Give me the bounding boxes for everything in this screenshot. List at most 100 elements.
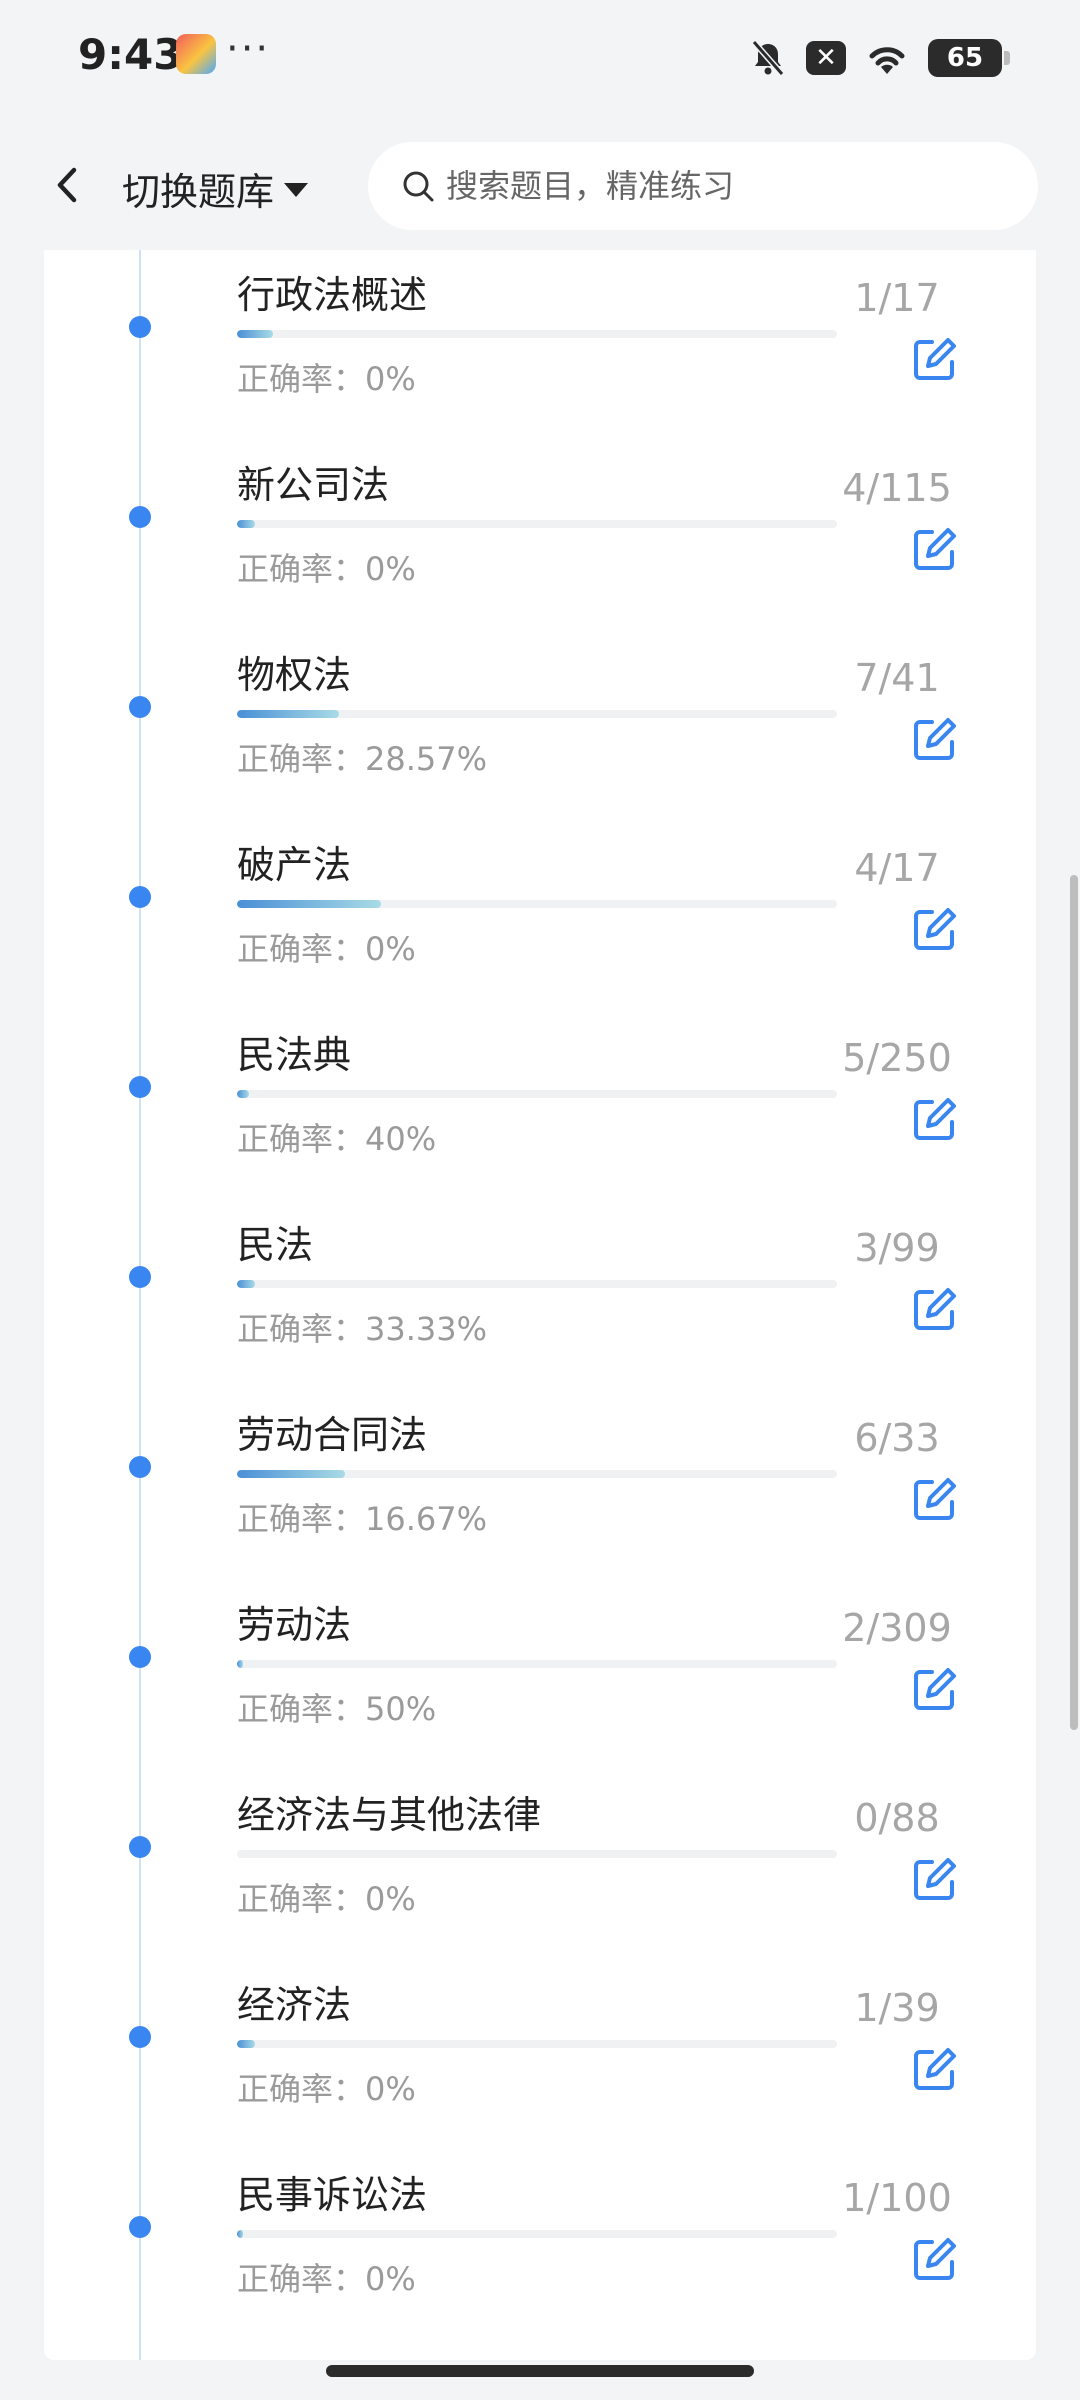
chapter-item[interactable]: 民事诉讼法 正确率：0% 1/100 (44, 2154, 1036, 2344)
switch-bank-label: 切换题库 (122, 169, 275, 214)
chapter-item[interactable]: 新公司法 正确率：0% 4/115 (44, 444, 1036, 634)
status-time: 9:43 (78, 30, 183, 79)
chapter-item[interactable]: 劳动合同法 正确率：16.67% 6/33 (44, 1394, 1036, 1584)
accuracy-text: 正确率：0% (237, 1874, 416, 1920)
chapter-title: 行政法概述 (237, 273, 428, 317)
timeline-dot (129, 1456, 151, 1478)
question-count: 5/250 (842, 1036, 952, 1080)
accuracy-value: 0% (365, 360, 416, 398)
timeline-dot (129, 1646, 151, 1668)
chapter-item[interactable]: 劳动法 正确率：50% 2/309 (44, 1584, 1036, 1774)
chapter-title: 破产法 (237, 843, 352, 887)
timeline-dot (129, 886, 151, 908)
progress-bar (237, 1660, 837, 1668)
chapter-item[interactable]: 行政法概述 正确率：0% 1/17 (44, 254, 1036, 444)
chapter-item[interactable]: 经济法 正确率：0% 1/39 (44, 1964, 1036, 2154)
accuracy-value: 0% (365, 2260, 416, 2298)
home-indicator[interactable] (326, 2365, 754, 2377)
accuracy-label: 正确率： (237, 2260, 366, 2298)
accuracy-value: 33.33% (365, 1310, 488, 1348)
practice-button[interactable] (910, 1284, 960, 1334)
progress-bar (237, 1470, 837, 1478)
accuracy-value: 50% (365, 1690, 437, 1728)
edit-icon (914, 338, 956, 380)
app-notification-icon (176, 34, 216, 74)
scrollbar[interactable] (1070, 875, 1078, 1730)
practice-button[interactable] (910, 1664, 960, 1714)
practice-button[interactable] (910, 904, 960, 954)
accuracy-text: 正确率：0% (237, 2254, 416, 2300)
progress-fill (237, 2230, 243, 2238)
practice-button[interactable] (910, 1854, 960, 1904)
chevron-left-icon (57, 167, 77, 203)
accuracy-text: 正确率：33.33% (237, 1304, 487, 1350)
switch-bank-button[interactable]: 切换题库 (122, 158, 309, 218)
practice-button[interactable] (910, 524, 960, 574)
chapter-title: 经济法 (237, 1983, 352, 2027)
edit-icon (914, 1858, 956, 1900)
practice-button[interactable] (910, 334, 960, 384)
accuracy-label: 正确率： (237, 1690, 366, 1728)
question-count: 3/99 (854, 1226, 940, 1270)
timeline-dot (129, 2216, 151, 2238)
question-count: 6/33 (854, 1416, 940, 1460)
accuracy-text: 正确率：0% (237, 544, 416, 590)
more-notifications-icon: ··· (226, 26, 271, 72)
accuracy-value: 0% (365, 2070, 416, 2108)
progress-bar (237, 1850, 837, 1858)
edit-icon (914, 1288, 956, 1330)
accuracy-value: 40% (365, 1120, 437, 1158)
accuracy-text: 正确率：0% (237, 2064, 416, 2110)
chapter-card: 行政法概述 正确率：0% 1/17 新公司法 正确率：0% 4/115 物权法 正确率：28.… (44, 250, 1036, 2360)
progress-bar (237, 900, 837, 908)
search-box[interactable] (368, 142, 1038, 230)
progress-fill (237, 900, 381, 908)
battery-icon: 65 (928, 39, 1010, 77)
progress-bar (237, 330, 837, 338)
progress-fill (237, 1470, 345, 1478)
accuracy-label: 正确率： (237, 1120, 366, 1158)
header: 切换题库 (0, 120, 1080, 250)
progress-fill (237, 1090, 249, 1098)
edit-icon (914, 1478, 956, 1520)
edit-icon (914, 908, 956, 950)
accuracy-label: 正确率： (237, 550, 366, 588)
accuracy-text: 正确率：0% (237, 354, 416, 400)
chapter-item[interactable]: 破产法 正确率：0% 4/17 (44, 824, 1036, 1014)
progress-fill (237, 1660, 243, 1668)
progress-bar (237, 520, 837, 528)
progress-fill (237, 1280, 255, 1288)
caret-down-icon (284, 183, 309, 197)
status-icons: ✕ 65 (748, 36, 1010, 80)
edit-icon (914, 2238, 956, 2280)
progress-bar (237, 2040, 837, 2048)
accuracy-label: 正确率： (237, 1310, 366, 1348)
chapter-title: 民法 (237, 1223, 314, 1267)
question-count: 7/41 (854, 656, 940, 700)
back-button[interactable] (40, 150, 100, 220)
chapter-item[interactable]: 民法正确率：33.33% 3/99 (44, 1204, 1036, 1394)
chapter-title: 经济法与其他法律 (237, 1793, 542, 1837)
edit-icon (914, 1668, 956, 1710)
accuracy-label: 正确率： (237, 930, 366, 968)
accuracy-text: 正确率：16.67% (237, 1494, 487, 1540)
practice-button[interactable] (910, 1094, 960, 1144)
accuracy-text: 正确率：0% (237, 924, 416, 970)
accuracy-value: 0% (365, 1880, 416, 1918)
status-bar: 9:43 ··· ✕ 65 (0, 0, 1080, 120)
progress-bar (237, 1090, 837, 1098)
practice-button[interactable] (910, 2234, 960, 2284)
practice-button[interactable] (910, 1474, 960, 1524)
practice-button[interactable] (910, 714, 960, 764)
chapter-title: 物权法 (237, 653, 352, 697)
chapter-item[interactable]: 经济法与其他法律 正确率：0% 0/88 (44, 1774, 1036, 1964)
chapter-item[interactable]: 民法典正确率：40% 5/250 (44, 1014, 1036, 1204)
accuracy-value: 0% (365, 550, 416, 588)
chapter-item[interactable]: 物权法 正确率：28.57% 7/41 (44, 634, 1036, 824)
progress-fill (237, 2040, 255, 2048)
search-input[interactable] (444, 166, 1008, 206)
practice-button[interactable] (910, 2044, 960, 2094)
accuracy-label: 正确率： (237, 2070, 366, 2108)
accuracy-value: 0% (365, 930, 416, 968)
chapter-title: 民法典 (237, 1033, 352, 1077)
